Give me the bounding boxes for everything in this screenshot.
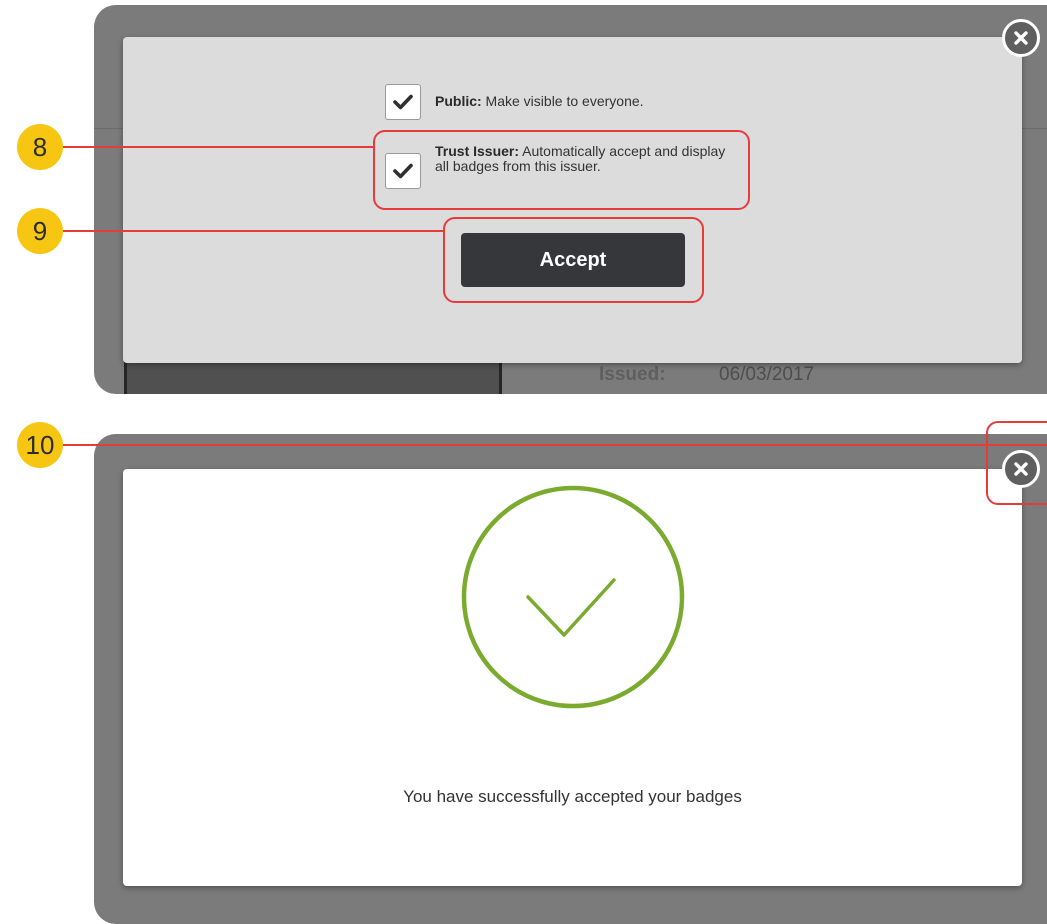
callout-8: 8: [17, 124, 63, 170]
public-option-title: Public:: [435, 93, 482, 109]
callout-10-highlight: [986, 421, 1047, 505]
callout-8-line: [63, 146, 373, 148]
check-circle-icon: [461, 485, 685, 709]
close-modal-button[interactable]: [1002, 19, 1040, 57]
backdrop-issued-label: Issued:: [599, 364, 666, 385]
success-message: You have successfully accepted your badg…: [403, 787, 742, 806]
close-icon: [1014, 31, 1028, 45]
public-option-description: Make visible to everyone.: [481, 93, 644, 109]
callout-9-highlight: [443, 217, 704, 303]
success-modal: You have successfully accepted your badg…: [123, 469, 1022, 886]
backdrop-issued-date: 06/03/2017: [719, 364, 815, 385]
public-checkbox[interactable]: [385, 84, 421, 120]
public-option-row[interactable]: Public: Make visible to everyone.: [385, 84, 644, 120]
callout-9-line: [63, 230, 443, 232]
checkmark-icon: [393, 94, 413, 110]
callout-10: 10: [17, 422, 63, 468]
public-option-label: Public: Make visible to everyone.: [435, 94, 644, 109]
callout-8-highlight: [373, 130, 750, 210]
callout-10-line: [63, 444, 1047, 446]
callout-9: 9: [17, 208, 63, 254]
